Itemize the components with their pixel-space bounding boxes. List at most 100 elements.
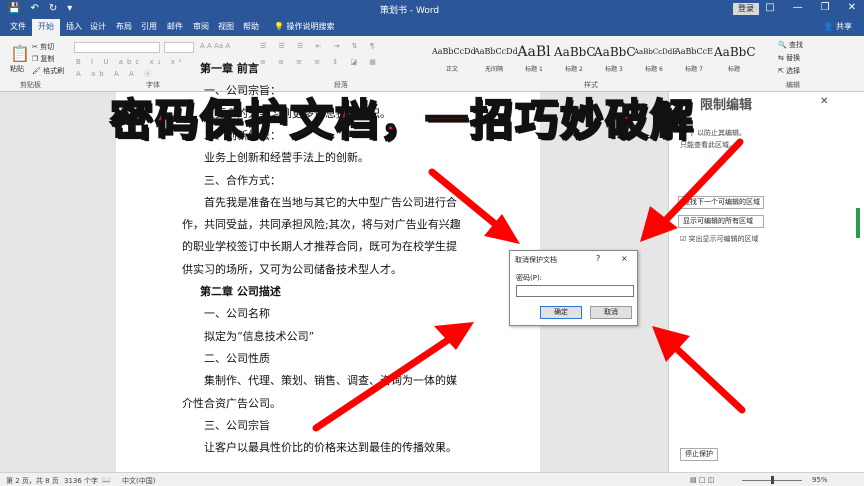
document-page[interactable]: 第一章 前言 一、公司宗旨： 让更多的人学习到更多信息技术知识。 二、创新做法： 业务上… bbox=[116, 62, 540, 472]
font-name-box[interactable] bbox=[74, 42, 160, 53]
style-name: 标题 2 bbox=[565, 66, 583, 73]
save-icon[interactable]: 💾 bbox=[8, 3, 20, 14]
tab-help[interactable]: 帮助 bbox=[243, 21, 259, 32]
restore-icon[interactable]: ❐ bbox=[821, 2, 830, 13]
document-line: 集制作、代理、策划、销售、调查、咨询为一体的媒 bbox=[204, 374, 457, 388]
cut-button[interactable]: ✂ 剪切 bbox=[32, 42, 54, 52]
document-line: 二、公司性质 bbox=[204, 351, 270, 365]
overlay-banner: 密码保护文档，一招巧妙破解 bbox=[109, 95, 695, 147]
scrollbar-thumb[interactable] bbox=[856, 208, 860, 238]
tab-home[interactable]: 开始 bbox=[32, 19, 60, 36]
style-heading-3[interactable]: AaBbC 标题 3 bbox=[594, 40, 636, 78]
style-title[interactable]: AaBbC 标题 bbox=[714, 40, 756, 78]
paste-icon[interactable]: 📋 bbox=[10, 44, 30, 63]
font-size-box[interactable] bbox=[164, 42, 194, 53]
document-line: 一、公司名称 bbox=[204, 307, 270, 321]
password-input[interactable] bbox=[516, 285, 634, 297]
zoom-slider-knob[interactable] bbox=[771, 476, 774, 484]
find-button[interactable]: 🔍 查找 bbox=[778, 40, 803, 50]
share-label: 共享 bbox=[836, 22, 852, 31]
stop-protection-button[interactable]: 停止保护 bbox=[680, 448, 718, 461]
language[interactable]: 中文(中国) bbox=[122, 476, 155, 486]
replace-button[interactable]: ⇆ 替换 bbox=[778, 53, 800, 63]
style-name: 标题 6 bbox=[645, 66, 663, 73]
style-name: 无间隔 bbox=[484, 66, 503, 73]
login-button[interactable]: 登录 bbox=[733, 3, 759, 15]
cancel-button[interactable]: 取消 bbox=[590, 306, 632, 319]
tell-me-search[interactable]: 💡 操作说明搜索 bbox=[274, 21, 335, 32]
style-name: 正文 bbox=[445, 66, 458, 73]
password-label: 密码(P): bbox=[516, 274, 543, 282]
tell-me-label: 操作说明搜索 bbox=[286, 22, 335, 31]
ribbon-tabs: 文件 开始 插入 设计 布局 引用 邮件 审阅 视图 帮助 💡 操作说明搜索 👤… bbox=[0, 18, 864, 36]
document-line: 的职业学校签订中长期人才推荐合同，既可为在校学生提 bbox=[182, 240, 457, 254]
copy-button[interactable]: ❐ 复制 bbox=[32, 54, 55, 64]
tab-view[interactable]: 视图 bbox=[218, 21, 234, 32]
document-line: 介性合资广告公司。 bbox=[182, 396, 281, 410]
style-heading-7[interactable]: AaBbCcE 标题 7 bbox=[674, 40, 714, 78]
style-name: 标题 1 bbox=[525, 66, 543, 73]
find-next-region-button[interactable]: 查找下一个可编辑的区域 bbox=[678, 196, 764, 209]
tab-references[interactable]: 引用 bbox=[141, 21, 157, 32]
highlight-regions-checkbox[interactable]: ☑ 突出显示可编辑的区域 bbox=[680, 234, 759, 244]
page-count[interactable]: 第 2 页，共 8 页 bbox=[6, 476, 59, 486]
word-count[interactable]: 3136 个字 bbox=[64, 476, 98, 486]
quick-access-toolbar: 💾 ↶ ↻ ▾ bbox=[8, 3, 72, 14]
font-size-controls[interactable]: A A Aa A bbox=[200, 42, 230, 50]
tab-mailings[interactable]: 邮件 bbox=[167, 21, 183, 32]
style-heading-2[interactable]: AaBbC 标题 2 bbox=[554, 40, 596, 78]
dialog-help-icon[interactable]: ? bbox=[596, 254, 600, 263]
format-painter-button[interactable]: 🖌 格式刷 bbox=[32, 66, 64, 76]
dialog-close-icon[interactable]: × bbox=[621, 254, 628, 263]
show-all-regions-button[interactable]: 显示可编辑的所有区域 bbox=[678, 215, 764, 228]
style-sample: AaBbCcE bbox=[675, 47, 713, 56]
zoom-level[interactable]: 95% bbox=[812, 476, 828, 484]
font-color-buttons[interactable]: A ab A A ⓐ bbox=[76, 69, 155, 79]
document-line: 拟定为“信息技术公司” bbox=[204, 329, 315, 343]
paste-button[interactable]: 粘贴 bbox=[10, 64, 24, 74]
style-sample: AaBl bbox=[517, 44, 551, 60]
view-buttons[interactable]: ▤ □ ◫ bbox=[690, 476, 714, 484]
style-heading-1[interactable]: AaBl 标题 1 bbox=[514, 40, 554, 78]
share-button[interactable]: 👤 共享 bbox=[823, 21, 852, 32]
pane-close-icon[interactable]: ✕ bbox=[820, 96, 828, 107]
font-format-buttons[interactable]: B I U abc x₂ x² bbox=[76, 58, 186, 66]
replace-label: 替换 bbox=[786, 54, 801, 62]
editing-group-label: 编辑 bbox=[786, 81, 800, 89]
pane-title: 限制编辑 bbox=[700, 98, 753, 113]
style-sample: AaBbC bbox=[714, 45, 756, 59]
style-heading-6[interactable]: AaBbCcDdE 标题 6 bbox=[634, 40, 678, 78]
ribbon: 📋 粘贴 ✂ 剪切 ❐ 复制 🖌 格式刷 剪贴板 A A Aa A B I U … bbox=[0, 36, 864, 92]
document-line: 作，共同受益，共同承担风险;其次，将与对广告业有兴趣 bbox=[182, 218, 461, 232]
undo-icon[interactable]: ↶ bbox=[30, 3, 38, 14]
tab-review[interactable]: 审阅 bbox=[193, 21, 209, 32]
document-line: 供实习的场所，又可为公司储备技术型人才。 bbox=[182, 262, 402, 276]
style-name: 标题 3 bbox=[605, 66, 623, 73]
pane-description: ，以防止其编辑。 bbox=[690, 129, 746, 137]
tab-layout[interactable]: 布局 bbox=[116, 21, 132, 32]
customize-icon[interactable]: ▾ bbox=[67, 3, 72, 14]
style-sample: AaBbC bbox=[594, 45, 636, 59]
cut-label: 剪切 bbox=[40, 43, 55, 51]
close-icon[interactable]: ✕ bbox=[848, 2, 856, 13]
minimize-icon[interactable]: — bbox=[793, 2, 803, 13]
find-label: 查找 bbox=[788, 41, 803, 49]
style-sample: AaBbCcDdE bbox=[634, 48, 678, 56]
select-button[interactable]: ⇱ 选择 bbox=[778, 66, 800, 76]
proofing-icon[interactable]: 📖 bbox=[102, 476, 111, 484]
tab-design[interactable]: 设计 bbox=[90, 21, 106, 32]
ok-button[interactable]: 确定 bbox=[540, 306, 582, 319]
highlight-regions-label: 突出显示可编辑的区域 bbox=[688, 235, 759, 243]
window-title: 策划书 - Word bbox=[380, 6, 440, 16]
tab-insert[interactable]: 插入 bbox=[66, 21, 82, 32]
tab-file[interactable]: 文件 bbox=[10, 21, 26, 32]
list-buttons[interactable]: ☰ ☰ ☰ ⇤ ⇥ ⇅ ¶ bbox=[260, 42, 379, 50]
style-no-spacing[interactable]: AaBbCcDd 无间隔 bbox=[474, 40, 518, 78]
dialog-title: 取消保护文档 bbox=[515, 256, 557, 264]
style-normal[interactable]: AaBbCcDd 正文 bbox=[432, 40, 476, 78]
redo-icon[interactable]: ↻ bbox=[49, 3, 57, 14]
format-painter-label: 格式刷 bbox=[43, 67, 65, 75]
ribbon-display-icon[interactable]: □ bbox=[765, 2, 774, 13]
align-buttons[interactable]: ≡ ≡ ≡ ≡ ⇕ ◪ ▦ bbox=[260, 58, 381, 66]
select-label: 选择 bbox=[786, 67, 801, 75]
